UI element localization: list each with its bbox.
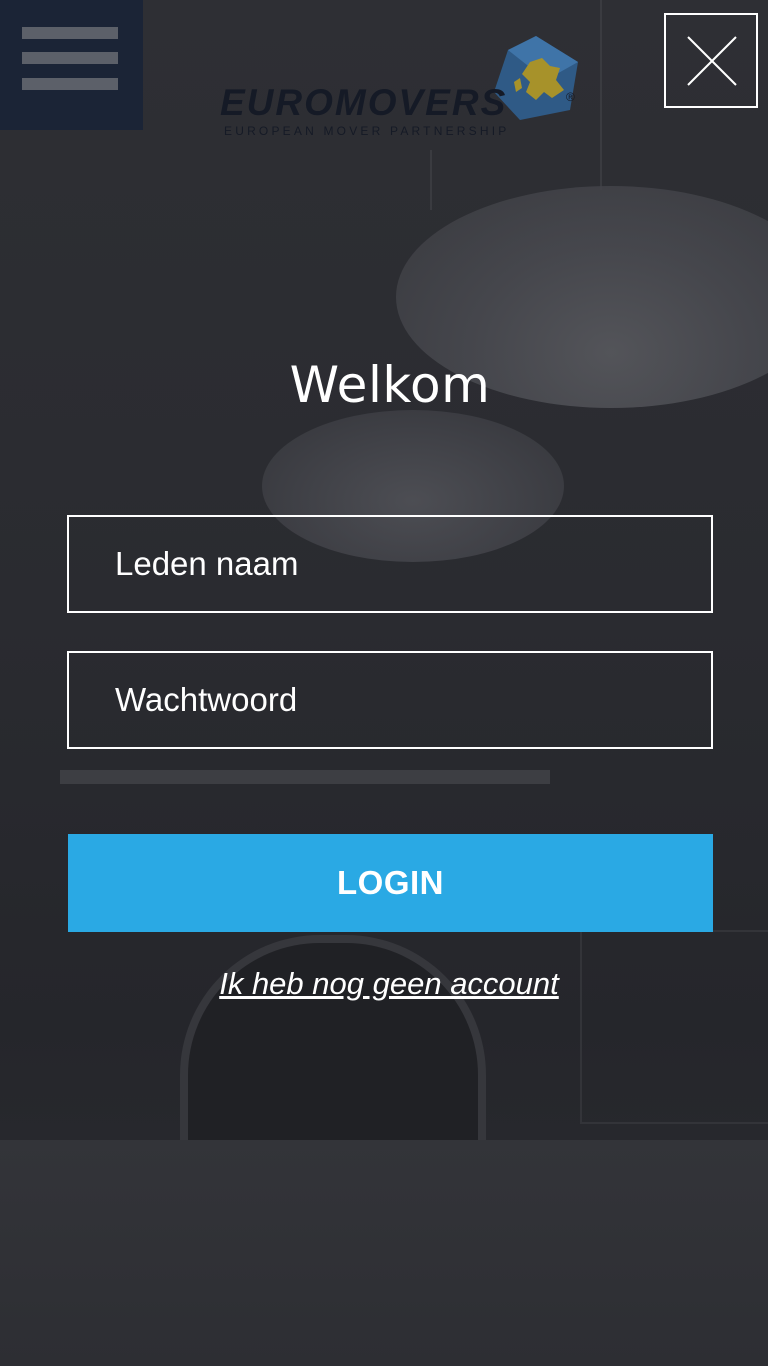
menu-button[interactable] (0, 0, 143, 130)
registered-mark: ® (566, 90, 575, 104)
euromovers-logo: EUROMOVERS ® EUROPEAN MOVER PARTNERSHIP (220, 32, 582, 144)
login-button[interactable]: LOGIN (68, 834, 713, 932)
logo-tagline: EUROPEAN MOVER PARTNERSHIP (224, 124, 510, 138)
lamp-cord (600, 0, 602, 190)
logo-wordmark: EUROMOVERS (220, 82, 508, 123)
lamp-cord (430, 150, 432, 210)
page-title: Welkom (289, 355, 491, 414)
register-link[interactable]: Ik heb nog geen account (0, 966, 768, 1002)
wall-panel (580, 930, 768, 1124)
username-input[interactable] (67, 515, 713, 613)
close-button[interactable] (664, 13, 758, 108)
password-input[interactable] (67, 651, 713, 749)
floor (0, 1140, 768, 1366)
close-icon (687, 36, 737, 86)
